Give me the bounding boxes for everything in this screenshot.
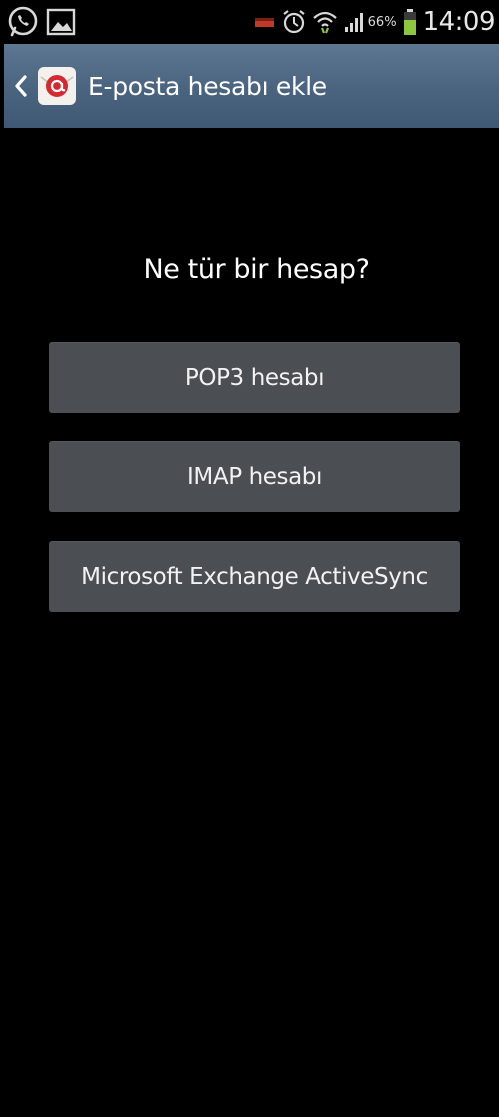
notification-icons [6, 4, 76, 40]
page-title: E-posta hesabı ekle [88, 71, 327, 101]
system-icons: 66% 14:09 [254, 0, 496, 44]
exchange-activesync-button[interactable]: Microsoft Exchange ActiveSync [49, 541, 460, 612]
imap-account-button[interactable]: IMAP hesabı [49, 441, 460, 512]
battery-percent: 66% [367, 14, 397, 30]
status-bar: 66% 14:09 [4, 0, 499, 44]
battery-icon [403, 8, 417, 36]
email-icon[interactable] [36, 65, 78, 107]
back-button[interactable] [4, 44, 36, 128]
alarm-icon [282, 9, 306, 35]
signal-icon [344, 10, 366, 34]
wifi-icon [312, 9, 338, 35]
account-type-panel: Ne tür bir hesap? POP3 hesabı IMAP hesab… [4, 128, 499, 1117]
screen: 66% 14:09 E-posta hesabı ekle Ne tür bir… [4, 0, 499, 1117]
status-clock: 14:09 [422, 7, 496, 37]
pop3-account-button[interactable]: POP3 hesabı [49, 342, 460, 413]
gallery-icon [46, 7, 76, 37]
whatsapp-icon [6, 5, 40, 39]
action-bar: E-posta hesabı ekle [4, 44, 499, 128]
account-type-question: Ne tür bir hesap? [143, 254, 370, 285]
chevron-left-icon [14, 74, 28, 98]
battery-low-icon [254, 15, 276, 29]
